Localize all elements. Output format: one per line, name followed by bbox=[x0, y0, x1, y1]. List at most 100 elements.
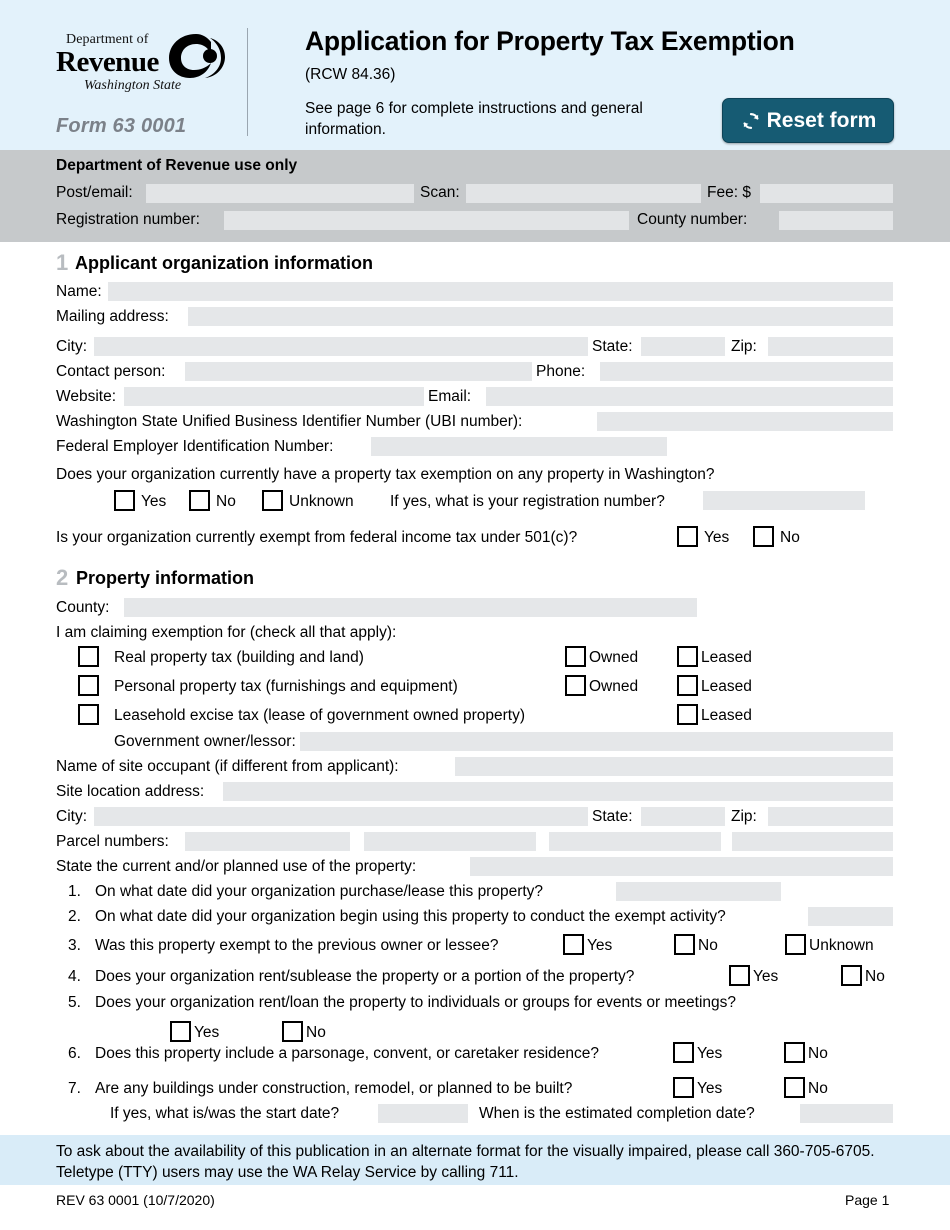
question-7-yes-checkbox[interactable] bbox=[673, 1077, 694, 1098]
personal-property-tax-checkbox[interactable] bbox=[78, 675, 99, 696]
parcel-number-input-2[interactable] bbox=[364, 832, 536, 851]
state-input[interactable] bbox=[641, 337, 725, 356]
question-6-yes-label: Yes bbox=[697, 1045, 723, 1062]
phone-label: Phone: bbox=[536, 363, 586, 380]
city-input[interactable] bbox=[94, 337, 588, 356]
header-instructions: See page 6 for complete instructions and… bbox=[305, 100, 643, 138]
question-4-yes-label: Yes bbox=[753, 968, 779, 985]
exemption-unknown-label: Unknown bbox=[289, 493, 354, 510]
question-3-no-checkbox[interactable] bbox=[674, 934, 695, 955]
fee-label: Fee: $ bbox=[707, 184, 751, 201]
government-owner-label: Government owner/lessor: bbox=[114, 733, 296, 750]
real-property-owned-checkbox[interactable] bbox=[565, 646, 586, 667]
contact-person-input[interactable] bbox=[185, 362, 532, 381]
fein-input[interactable] bbox=[371, 437, 667, 456]
personal-property-leased-label: Leased bbox=[701, 678, 752, 695]
federal-501c-yes-checkbox[interactable] bbox=[677, 526, 698, 547]
question-5-yes-checkbox[interactable] bbox=[170, 1021, 191, 1042]
email-input[interactable] bbox=[486, 387, 893, 406]
real-property-tax-checkbox[interactable] bbox=[78, 646, 99, 667]
site-state-label: State: bbox=[592, 808, 633, 825]
real-property-leased-checkbox[interactable] bbox=[677, 646, 698, 667]
section-1-title: Applicant organization information bbox=[75, 253, 373, 273]
mailing-address-label: Mailing address: bbox=[56, 308, 169, 325]
question-4-no-checkbox[interactable] bbox=[841, 965, 862, 986]
site-zip-label: Zip: bbox=[731, 808, 757, 825]
personal-property-leased-checkbox[interactable] bbox=[677, 675, 698, 696]
question-3-yes-checkbox[interactable] bbox=[563, 934, 584, 955]
question-7-start-date-input[interactable] bbox=[378, 1104, 468, 1123]
leasehold-leased-checkbox[interactable] bbox=[677, 704, 698, 725]
real-property-tax-label: Real property tax (building and land) bbox=[114, 649, 364, 666]
page-header: Department of Revenue Washington State F… bbox=[0, 0, 950, 150]
exemption-regnum-input[interactable] bbox=[703, 491, 865, 510]
zip-input[interactable] bbox=[768, 337, 893, 356]
exemption-regnum-label: If yes, what is your registration number… bbox=[390, 493, 665, 510]
section-1-number: 1 bbox=[56, 250, 69, 275]
zip-label: Zip: bbox=[731, 338, 757, 355]
county-input[interactable] bbox=[124, 598, 697, 617]
name-input[interactable] bbox=[108, 282, 893, 301]
question-6-text: Does this property include a parsonage, … bbox=[95, 1045, 600, 1062]
question-6-yes-checkbox[interactable] bbox=[673, 1042, 694, 1063]
site-occupant-input[interactable] bbox=[455, 757, 893, 776]
site-occupant-label: Name of site occupant (if different from… bbox=[56, 758, 399, 775]
exemption-no-checkbox[interactable] bbox=[189, 490, 210, 511]
post-email-input[interactable] bbox=[146, 184, 414, 203]
question-4-yes-checkbox[interactable] bbox=[729, 965, 750, 986]
question-6-no-label: No bbox=[808, 1045, 828, 1062]
parcel-numbers-label: Parcel numbers: bbox=[56, 833, 169, 850]
site-location-address-input[interactable] bbox=[223, 782, 893, 801]
site-city-label: City: bbox=[56, 808, 87, 825]
exemption-unknown-checkbox[interactable] bbox=[262, 490, 283, 511]
question-5-no-label: No bbox=[306, 1024, 326, 1041]
exemption-yes-checkbox[interactable] bbox=[114, 490, 135, 511]
question-7-completion-date-input[interactable] bbox=[800, 1104, 893, 1123]
question-2-date-input[interactable] bbox=[808, 907, 893, 926]
fee-input[interactable] bbox=[760, 184, 893, 203]
form-number: Form 63 0001 bbox=[56, 115, 187, 137]
parcel-number-input-3[interactable] bbox=[549, 832, 721, 851]
registration-number-input[interactable] bbox=[224, 211, 629, 230]
question-1-text: On what date did your organization purch… bbox=[95, 883, 544, 900]
real-property-leased-label: Leased bbox=[701, 649, 752, 666]
scan-input[interactable] bbox=[466, 184, 701, 203]
website-input[interactable] bbox=[124, 387, 424, 406]
ubi-number-input[interactable] bbox=[597, 412, 893, 431]
site-state-input[interactable] bbox=[641, 807, 725, 826]
phone-input[interactable] bbox=[600, 362, 893, 381]
website-label: Website: bbox=[56, 388, 117, 405]
question-7-start-date-label: If yes, what is/was the start date? bbox=[110, 1105, 340, 1122]
question-4-no-label: No bbox=[865, 968, 885, 985]
rcw-citation: (RCW 84.36) bbox=[305, 66, 396, 83]
site-location-address-label: Site location address: bbox=[56, 783, 205, 800]
government-owner-input[interactable] bbox=[300, 732, 893, 751]
header-divider bbox=[247, 28, 248, 136]
county-number-input[interactable] bbox=[779, 211, 893, 230]
scan-label: Scan: bbox=[420, 184, 460, 201]
site-zip-input[interactable] bbox=[768, 807, 893, 826]
property-use-input[interactable] bbox=[470, 857, 893, 876]
question-3-text: Was this property exempt to the previous… bbox=[95, 937, 499, 954]
property-use-label: State the current and/or planned use of … bbox=[56, 858, 417, 875]
question-6-no-checkbox[interactable] bbox=[784, 1042, 805, 1063]
section-2-number: 2 bbox=[56, 565, 69, 590]
state-label: State: bbox=[592, 338, 633, 355]
parcel-number-input-4[interactable] bbox=[732, 832, 893, 851]
reset-form-button[interactable]: Reset form bbox=[722, 98, 894, 143]
form-body: 1 Applicant organization information Nam… bbox=[0, 242, 950, 1135]
parcel-number-input-1[interactable] bbox=[185, 832, 350, 851]
question-5-no-checkbox[interactable] bbox=[282, 1021, 303, 1042]
personal-property-owned-checkbox[interactable] bbox=[565, 675, 586, 696]
question-7-no-checkbox[interactable] bbox=[784, 1077, 805, 1098]
question-1-date-input[interactable] bbox=[616, 882, 781, 901]
exemption-question-label: Does your organization currently have a … bbox=[56, 466, 715, 483]
leasehold-leased-label: Leased bbox=[701, 707, 752, 724]
leasehold-excise-tax-checkbox[interactable] bbox=[78, 704, 99, 725]
federal-501c-no-checkbox[interactable] bbox=[753, 526, 774, 547]
mailing-address-input[interactable] bbox=[188, 307, 893, 326]
question-3-unknown-checkbox[interactable] bbox=[785, 934, 806, 955]
site-city-input[interactable] bbox=[94, 807, 588, 826]
logo-mark: Department of Revenue Washington State bbox=[56, 30, 232, 93]
logo-state-text: Washington State bbox=[84, 78, 182, 93]
